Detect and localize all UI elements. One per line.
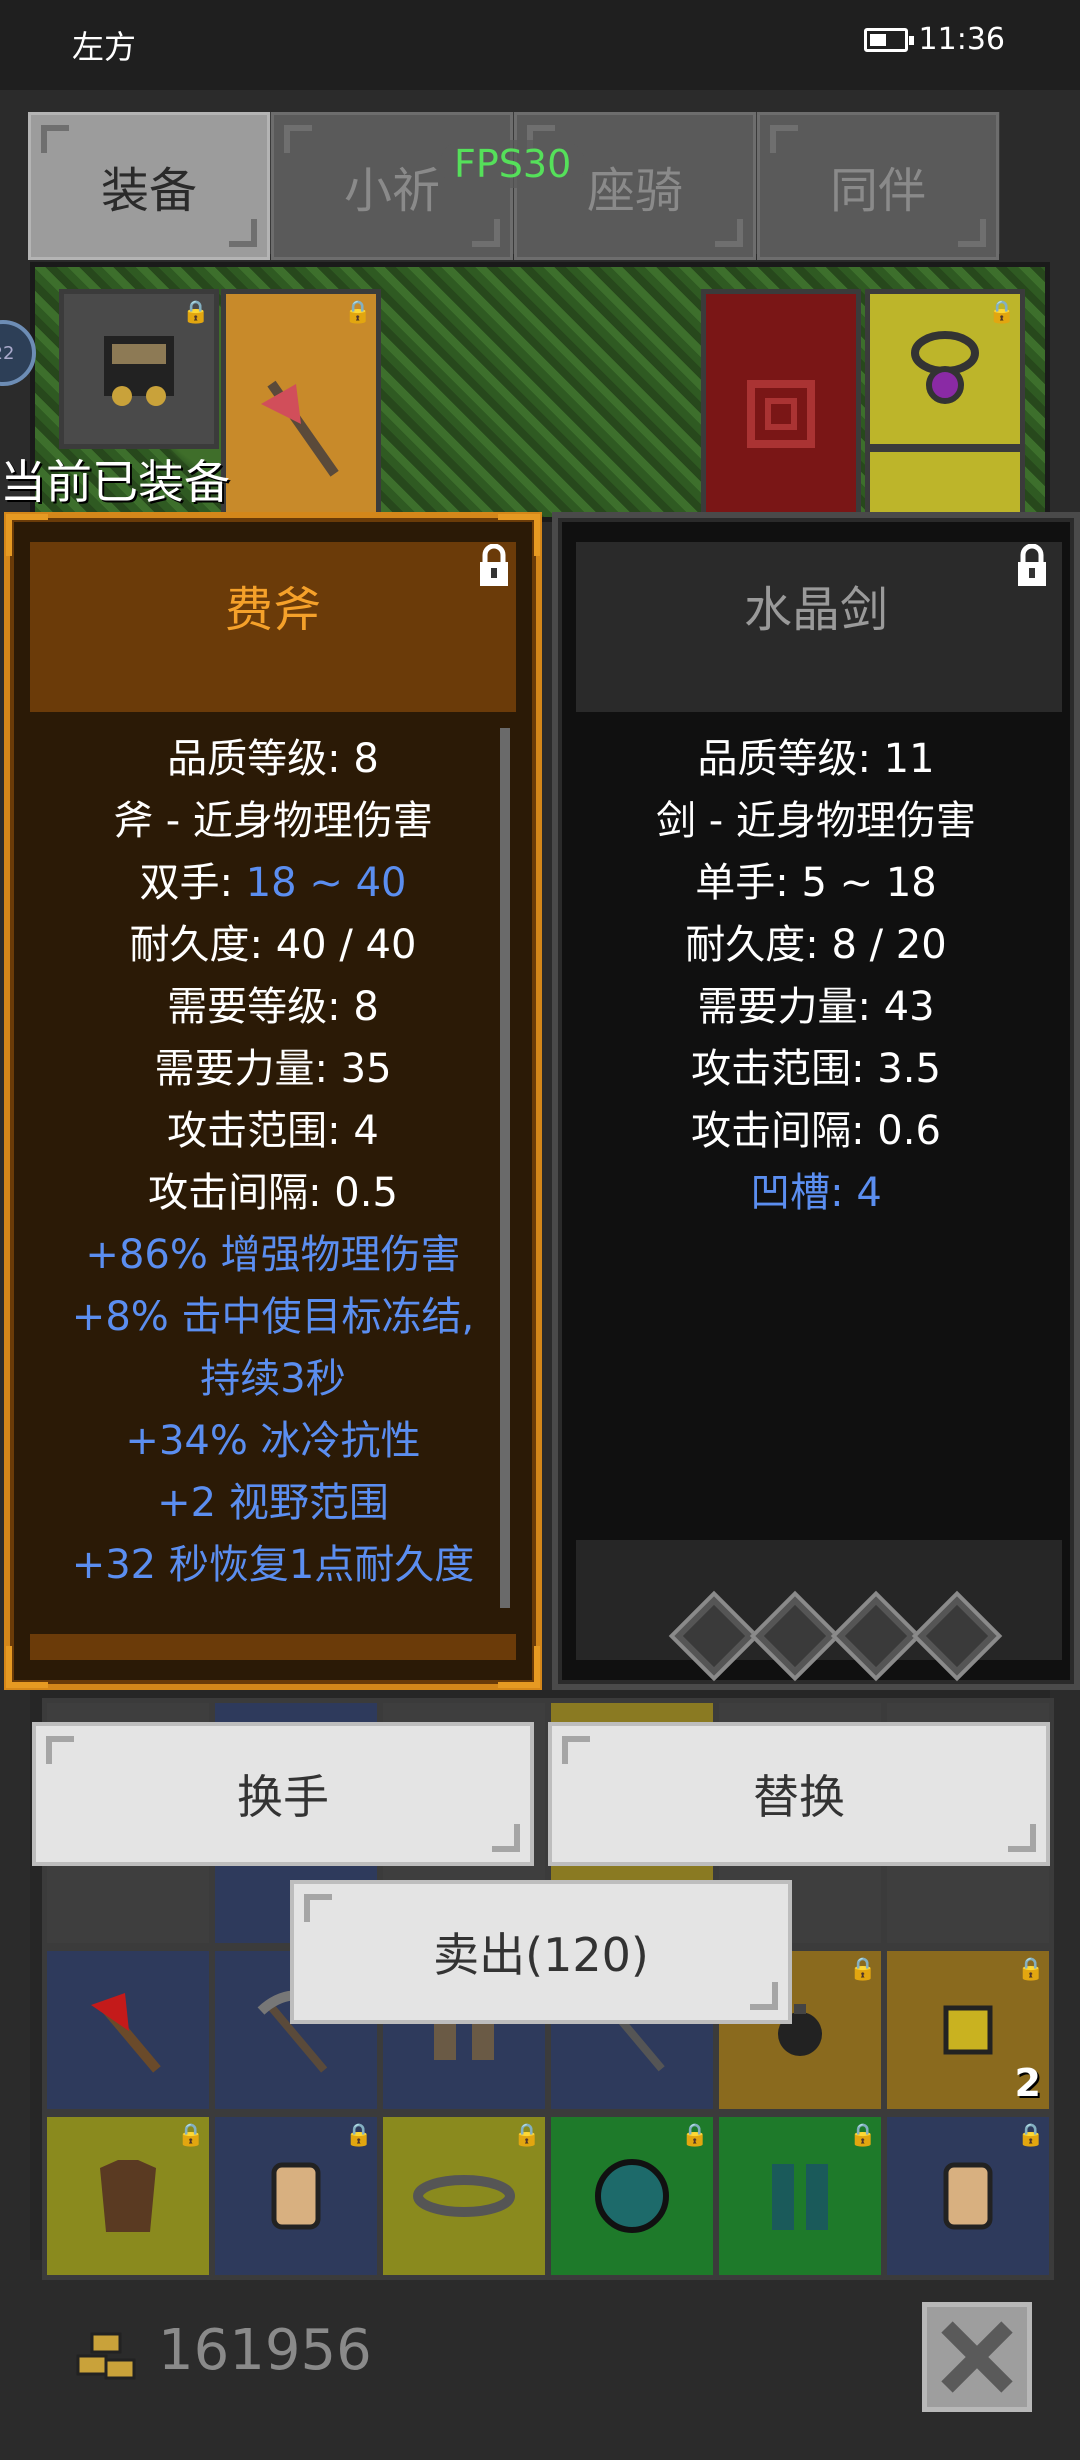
inventory-slot[interactable]: 🔒 [714, 2112, 886, 2280]
stat-line: 品质等级: 11 [697, 736, 935, 782]
tab-label: 座骑 [586, 163, 683, 219]
helmet-slot[interactable]: 🔒 [59, 289, 219, 449]
lock-icon: 🔒 [849, 2123, 877, 2148]
lock-icon: 🔒 [182, 300, 210, 325]
stat-line: 攻击范围: 3.5 [691, 1046, 941, 1092]
inventory-slot[interactable] [42, 1946, 214, 2114]
stat-line: 耐久度: 40 / 40 [129, 922, 417, 968]
close-button[interactable] [922, 2302, 1032, 2412]
affix-line: 持续3秒 [200, 1356, 346, 1402]
inventory-slot[interactable]: 🔒 [882, 2112, 1054, 2280]
stat-line: 需要力量: 43 [697, 984, 935, 1030]
item-name: 水晶剑 [743, 582, 888, 638]
gold-coins-icon [76, 2332, 136, 2380]
lock-icon: 🔒 [344, 300, 372, 325]
lock-icon: 🔒 [681, 2123, 709, 2148]
item-stats: 品质等级: 11 剑 - 近身物理伤害 单手: 5 ~ 18 耐久度: 8 / … [558, 728, 1074, 1224]
tab-label: 小祈 [343, 163, 440, 219]
weapon-slot[interactable]: 🔒 [221, 289, 381, 539]
button-label: 换手 [237, 1770, 329, 1824]
inventory-slot[interactable]: 🔒 [546, 2112, 718, 2280]
fps-counter: FPS30 [440, 140, 586, 188]
compared-item-card: 水晶剑 品质等级: 11 剑 - 近身物理伤害 单手: 5 ~ 18 耐久度: … [552, 512, 1080, 1690]
swap-hand-button[interactable]: 换手 [32, 1722, 534, 1866]
lock-icon: 🔒 [988, 300, 1016, 325]
sell-button[interactable]: 卖出(120) [290, 1880, 792, 2024]
lock-icon: 🔒 [849, 1957, 877, 1982]
lock-icon: 🔒 [177, 2123, 205, 2148]
stat-line: 耐久度: 8 / 20 [685, 922, 947, 968]
replace-button[interactable]: 替换 [548, 1722, 1050, 1866]
button-label: 替换 [753, 1770, 845, 1824]
inventory-slot[interactable]: 🔒 2 [882, 1946, 1054, 2114]
stat-line: 攻击间隔: 0.5 [148, 1170, 398, 1216]
damage-range: 18 ~ 40 [245, 860, 407, 906]
stat-line: 需要力量: 35 [154, 1046, 392, 1092]
stat-label: 双手: [139, 860, 246, 906]
lock-icon: 🔒 [513, 2123, 541, 2148]
stat-line: 双手: 18 ~ 40 [10, 852, 536, 914]
inventory-slot[interactable]: 🔒 [210, 2112, 382, 2280]
stat-line: 单手: 5 ~ 18 [695, 860, 937, 906]
red-axe-icon [47, 1951, 209, 2109]
stack-count: 2 [1014, 2061, 1041, 2105]
tab-companion[interactable]: 同伴 [757, 112, 999, 260]
stat-line: 攻击范围: 4 [167, 1108, 379, 1154]
socket-count-line: 凹槽: 4 [750, 1170, 882, 1216]
stat-line: 剑 - 近身物理伤害 [656, 798, 976, 844]
affix-line: +8% 击中使目标冻结, [71, 1294, 475, 1340]
lock-icon: 🔒 [345, 2123, 373, 2148]
stat-line: 攻击间隔: 0.6 [691, 1108, 941, 1154]
affix-line: +32 秒恢复1点耐久度 [71, 1542, 475, 1588]
affix-line: +2 视野范围 [157, 1480, 389, 1526]
stat-line: 需要等级: 8 [167, 984, 379, 1030]
card-scrollbar[interactable] [500, 728, 510, 1608]
status-time: 11:36 [918, 22, 1005, 57]
battery-icon [864, 28, 914, 52]
button-label: 卖出(120) [433, 1928, 649, 1982]
gold-amount: 161956 [158, 2318, 372, 2383]
currently-equipped-label: 当前已装备 [0, 455, 230, 509]
close-icon [941, 2321, 1013, 2393]
item-stats: 品质等级: 8 斧 - 近身物理伤害 双手: 18 ~ 40 耐久度: 40 /… [10, 728, 536, 1596]
stat-line: 品质等级: 8 [167, 736, 379, 782]
axe-icon [226, 294, 376, 534]
status-carrier-text: 左方 [72, 28, 137, 66]
item-name: 费斧 [224, 582, 321, 638]
shield-icon [706, 294, 856, 534]
tab-label: 同伴 [829, 163, 926, 219]
amulet-slot[interactable]: 🔒 [865, 289, 1025, 449]
equipped-item-card: 费斧 品质等级: 8 斧 - 近身物理伤害 双手: 18 ~ 40 耐久度: 4… [4, 512, 542, 1690]
lock-icon: 🔒 [1017, 1957, 1045, 1982]
stat-line: 斧 - 近身物理伤害 [113, 798, 433, 844]
affix-line: +34% 冰冷抗性 [125, 1418, 421, 1464]
tab-label: 装备 [100, 163, 197, 219]
corner-ornament [498, 1646, 540, 1688]
tab-equipment[interactable]: 装备 [28, 112, 270, 260]
corner-ornament [6, 1646, 48, 1688]
corner-ornament [6, 514, 48, 556]
offhand-slot[interactable] [701, 289, 861, 539]
lock-icon: 🔒 [1017, 2123, 1045, 2148]
affix-line: +86% 增强物理伤害 [85, 1232, 461, 1278]
inventory-slot[interactable]: 🔒 [42, 2112, 214, 2280]
inventory-slot[interactable]: 🔒 [378, 2112, 550, 2280]
